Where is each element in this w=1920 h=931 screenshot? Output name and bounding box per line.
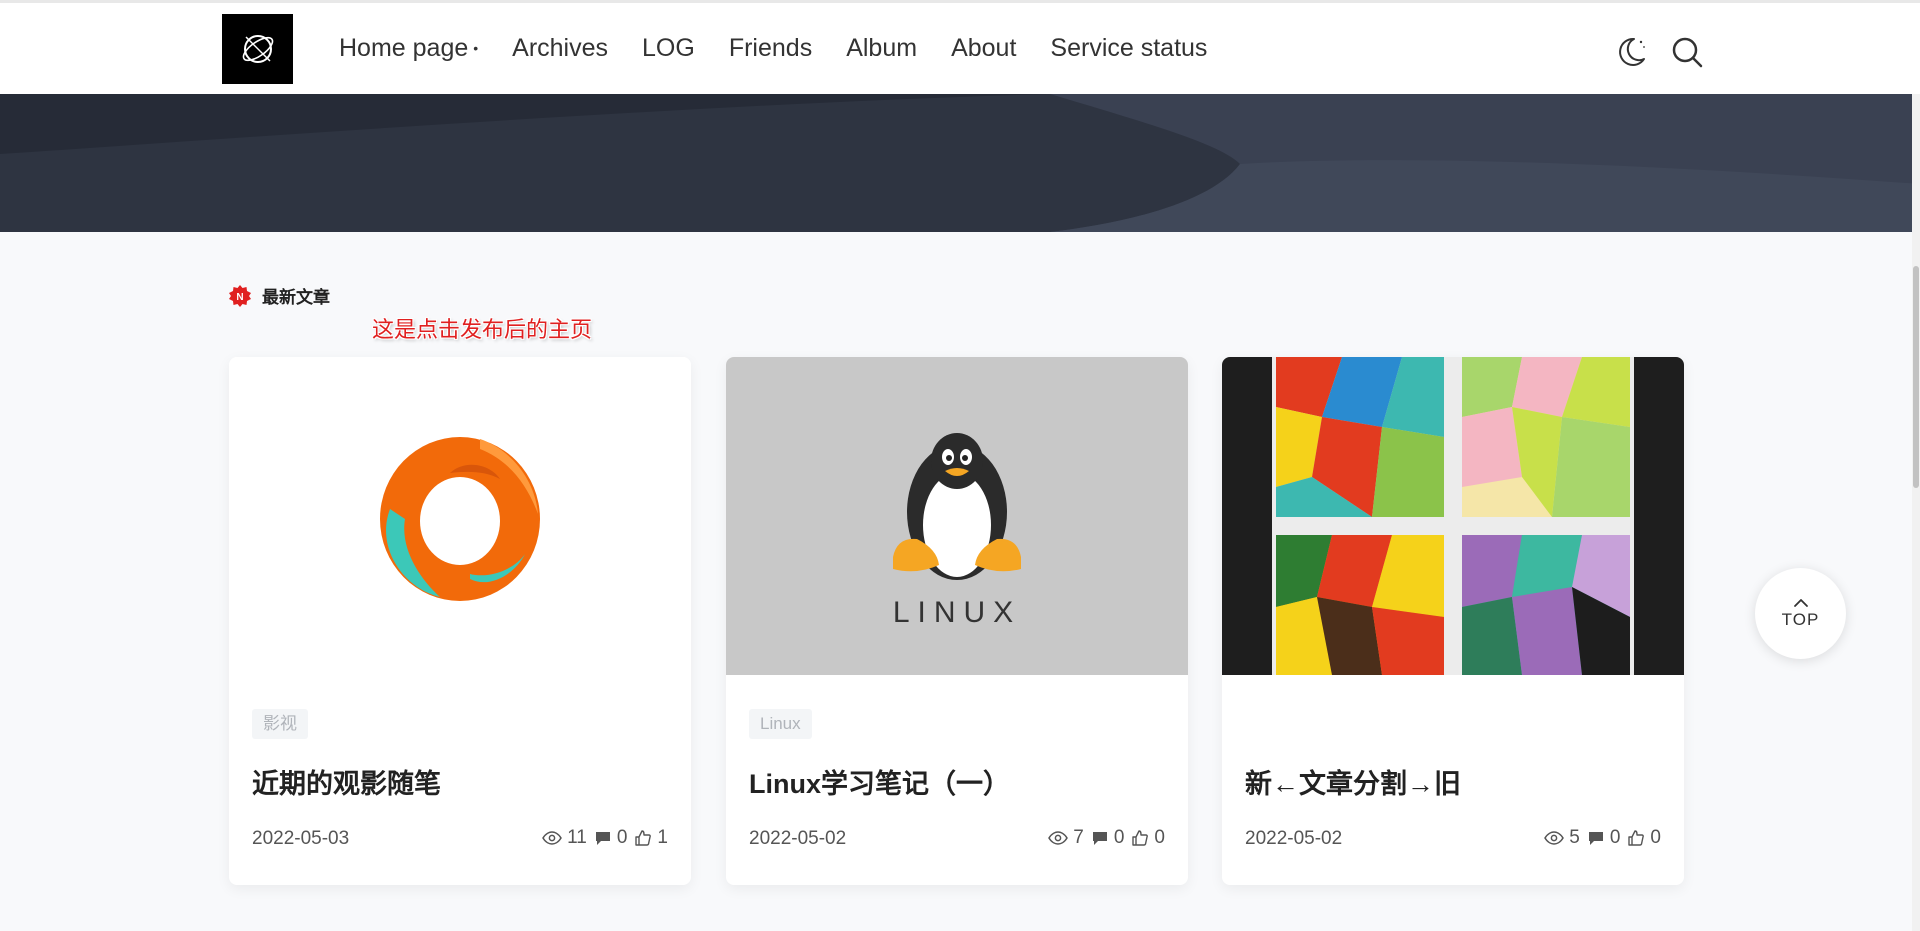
orange-ring-image (229, 357, 691, 675)
geometric-painting-image (1222, 357, 1684, 675)
back-to-top-label: TOP (1781, 609, 1820, 629)
main-nav: Home page • Archives LOG Friends Album A… (339, 31, 1241, 65)
linux-logo-text: LINUX (893, 596, 1021, 629)
page-scrollbar[interactable] (1912, 94, 1920, 931)
site-header: Home page • Archives LOG Friends Album A… (0, 3, 1920, 94)
comment-icon (1092, 832, 1107, 845)
site-logo[interactable] (222, 14, 293, 84)
new-badge-icon: N (229, 284, 251, 307)
linux-penguin-image: LINUX (726, 357, 1188, 675)
post-stats: 7 0 0 (1048, 827, 1165, 849)
thumbs-up-icon[interactable] (1627, 829, 1645, 847)
nav-item-log[interactable]: LOG (642, 31, 695, 65)
chevron-up-icon (1793, 598, 1808, 607)
view-count: 11 (567, 827, 587, 848)
comment-count: 0 (1113, 827, 1125, 848)
logo-icon (242, 35, 273, 63)
post-title[interactable]: 新←文章分割→旧 (1245, 762, 1461, 801)
comment-icon (595, 832, 610, 845)
nav-item-label: Home page (339, 34, 469, 62)
annotation-text: 这是点击发布后的主页 (372, 318, 593, 343)
eye-icon (1048, 831, 1069, 845)
thumbs-up-icon[interactable] (634, 829, 652, 847)
eye-icon (1544, 831, 1565, 845)
thumbs-up-icon[interactable] (1131, 829, 1149, 847)
post-stats: 11 0 1 (542, 827, 668, 849)
nav-item-service-status[interactable]: Service status (1050, 31, 1207, 65)
nav-item-album[interactable]: Album (846, 31, 917, 65)
category-tag[interactable]: 影视 (252, 709, 308, 739)
post-date: 2022-05-03 (252, 828, 350, 849)
view-count: 5 (1569, 827, 1580, 848)
post-card[interactable]: LINUX Linux Linux学习笔记（一） 2022-05-02 7 0 … (726, 357, 1188, 885)
comment-count: 0 (1609, 827, 1621, 848)
comment-count: 0 (616, 827, 628, 848)
post-date: 2022-05-02 (1245, 828, 1343, 849)
nav-item-home[interactable]: Home page • (339, 31, 478, 65)
back-to-top-button[interactable]: TOP (1755, 568, 1846, 659)
nav-item-about[interactable]: About (951, 31, 1016, 65)
badge-letter: N (236, 292, 243, 303)
section-header: N 最新文章 (228, 283, 330, 308)
search-icon[interactable] (1669, 34, 1705, 70)
post-card[interactable]: 新←文章分割→旧 2022-05-02 5 0 0 (1222, 357, 1684, 885)
post-date: 2022-05-02 (749, 828, 847, 849)
post-title[interactable]: Linux学习笔记（一） (749, 762, 1010, 801)
eye-icon (542, 831, 562, 845)
nav-item-archives[interactable]: Archives (512, 31, 608, 65)
comment-icon (1588, 832, 1603, 845)
post-card[interactable]: 影视 近期的观影随笔 2022-05-03 11 0 1 (229, 357, 691, 885)
dune-background-image (0, 94, 1920, 232)
like-count: 0 (1650, 827, 1661, 848)
scrollbar-thumb[interactable] (1913, 266, 1919, 488)
post-stats: 5 0 0 (1544, 827, 1661, 849)
like-count: 1 (657, 827, 668, 848)
nav-item-friends[interactable]: Friends (729, 31, 812, 65)
submenu-dot-icon: • (473, 40, 479, 56)
post-title[interactable]: 近期的观影随笔 (252, 762, 441, 801)
like-count: 0 (1154, 827, 1165, 848)
view-count: 7 (1073, 827, 1084, 848)
section-title: 最新文章 (262, 288, 330, 307)
moon-icon[interactable] (1613, 34, 1649, 70)
category-tag[interactable]: Linux (749, 709, 812, 739)
hero-banner (0, 94, 1920, 232)
